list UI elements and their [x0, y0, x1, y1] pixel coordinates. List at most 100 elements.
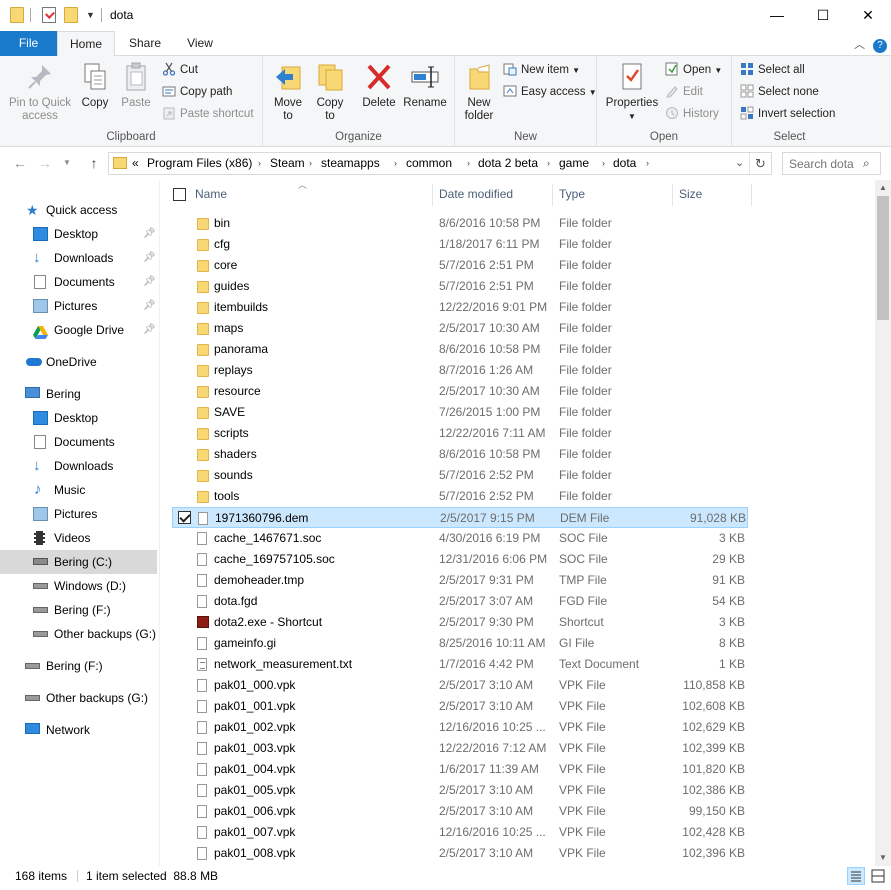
tab-file[interactable]: File — [0, 31, 57, 56]
tab-share[interactable]: Share — [121, 31, 169, 56]
breadcrumb-dota[interactable]: dota — [613, 153, 636, 174]
close-button[interactable]: ✕ — [845, 0, 891, 31]
copy-path-button[interactable]: Copy path — [162, 82, 232, 102]
column-header-size[interactable]: Size — [679, 180, 702, 208]
tab-view[interactable]: View — [176, 31, 224, 56]
search-box[interactable]: ⌕ — [782, 152, 881, 175]
pin-icon[interactable]: 📌︎ — [143, 270, 156, 294]
column-header-type[interactable]: Type — [559, 180, 585, 208]
forward-arrow-icon[interactable]: → — [35, 153, 55, 173]
scroll-down-arrow-icon[interactable]: ▼ — [875, 850, 891, 866]
row-checkbox[interactable] — [178, 511, 191, 524]
nav-pc-downloads[interactable]: ↓ Downloads — [0, 454, 157, 478]
nav-quick-access[interactable]: ★ Quick access — [0, 198, 157, 222]
search-input[interactable] — [789, 156, 859, 171]
cut-button[interactable]: Cut — [162, 60, 198, 80]
file-row[interactable]: itembuilds 12/22/2016 9:01 PM File folder — [172, 297, 748, 318]
column-header-name[interactable]: Name — [195, 180, 227, 208]
column-divider[interactable] — [432, 184, 433, 206]
file-row[interactable]: pak01_003.vpk 12/22/2016 7:12 AM VPK File 1… — [172, 738, 748, 759]
breadcrumb-game[interactable]: game — [559, 153, 589, 174]
file-row[interactable]: pak01_005.vpk 2/5/2017 3:10 AM VPK File 102… — [172, 780, 748, 801]
new-item-button[interactable]: New item ▼ — [503, 60, 580, 80]
file-row[interactable]: panorama 8/6/2016 10:58 PM File folder — [172, 339, 748, 360]
file-row[interactable]: pak01_001.vpk 2/5/2017 3:10 AM VPK File 102… — [172, 696, 748, 717]
minimize-button[interactable]: — — [754, 0, 800, 31]
pin-icon[interactable]: 📌︎ — [143, 294, 156, 318]
file-row[interactable]: cache_169757105.soc 12/31/2016 6:06 PM SOC… — [172, 549, 748, 570]
properties-quick-icon[interactable] — [42, 7, 56, 23]
pin-icon[interactable]: 📌︎ — [143, 222, 156, 246]
copy-button[interactable]: Copy — [78, 61, 112, 110]
nav-network[interactable]: Network — [0, 718, 157, 742]
file-row[interactable]: SAVE 7/26/2015 1:00 PM File folder — [172, 402, 748, 423]
nav-pc-drive-f[interactable]: Bering (F:) — [0, 598, 157, 622]
nav-pc-music[interactable]: ♪ Music — [0, 478, 157, 502]
file-row[interactable]: pak01_007.vpk 12/16/2016 10:25 ... VPK Fil… — [172, 822, 748, 843]
select-all-button[interactable]: Select all — [740, 60, 805, 80]
file-row[interactable]: pak01_000.vpk 2/5/2017 3:10 AM VPK File 110… — [172, 675, 748, 696]
vertical-scrollbar[interactable]: ▲ ▼ — [875, 180, 891, 866]
address-bar[interactable]: « Program Files (x86) › Steam › steamapp… — [108, 152, 772, 175]
file-row[interactable]: pak01_002.vpk 12/16/2016 10:25 ... VPK Fil… — [172, 717, 748, 738]
properties-button[interactable]: Properties ▼ — [601, 61, 663, 123]
nav-pc-documents[interactable]: Documents — [0, 430, 157, 454]
nav-quick-downloads[interactable]: ↓ Downloads 📌︎ — [0, 246, 157, 270]
column-divider[interactable] — [751, 184, 752, 206]
scroll-up-arrow-icon[interactable]: ▲ — [875, 180, 891, 196]
breadcrumb-overflow[interactable]: « — [132, 153, 139, 174]
breadcrumb-separator-icon[interactable]: › — [258, 153, 261, 174]
nav-pc-desktop[interactable]: Desktop — [0, 406, 157, 430]
file-row[interactable]: pak01_008.vpk 2/5/2017 3:10 AM VPK File 102… — [172, 843, 748, 864]
breadcrumb-separator-icon[interactable]: › — [467, 153, 470, 174]
nav-quick-google-drive[interactable]: Google Drive 📌︎ — [0, 318, 157, 342]
file-row[interactable]: resource 2/5/2017 10:30 AM File folder — [172, 381, 748, 402]
delete-button[interactable]: Delete — [359, 61, 399, 110]
edit-button[interactable]: Edit — [665, 82, 703, 102]
file-row[interactable]: network_measurement.txt 1/7/2016 4:42 PM T… — [172, 654, 748, 675]
select-none-button[interactable]: Select none — [740, 82, 819, 102]
nav-quick-documents[interactable]: Documents 📌︎ — [0, 270, 157, 294]
file-row[interactable]: pak01_006.vpk 2/5/2017 3:10 AM VPK File 99,… — [172, 801, 748, 822]
pin-icon[interactable]: 📌︎ — [143, 318, 156, 342]
back-arrow-icon[interactable]: ← — [10, 153, 30, 173]
breadcrumb-dota-2-beta[interactable]: dota 2 beta — [478, 153, 538, 174]
pin-to-quick-access-button[interactable]: Pin to Quick access — [4, 61, 76, 123]
file-row[interactable]: core 5/7/2016 2:51 PM File folder — [172, 255, 748, 276]
nav-quick-pictures[interactable]: Pictures 📌︎ — [0, 294, 157, 318]
file-row[interactable]: demoheader.tmp 2/5/2017 9:31 PM TMP File 91… — [172, 570, 748, 591]
nav-quick-desktop[interactable]: Desktop 📌︎ — [0, 222, 157, 246]
file-row[interactable]: dota2.exe - Shortcut 2/5/2017 9:30 PM Shor… — [172, 612, 748, 633]
large-icons-view-button[interactable] — [869, 867, 887, 885]
nav-pc-videos[interactable]: Videos — [0, 526, 157, 550]
easy-access-button[interactable]: Easy access ▼ — [503, 82, 597, 102]
copy-to-button[interactable]: Copy to — [311, 61, 349, 123]
file-row[interactable]: dota.fgd 2/5/2017 3:07 AM FGD File 54 KB — [172, 591, 748, 612]
column-header-date[interactable]: Date modified — [439, 180, 513, 208]
breadcrumb-separator-icon[interactable]: › — [602, 153, 605, 174]
nav-pc-pictures[interactable]: Pictures — [0, 502, 157, 526]
breadcrumb-common[interactable]: common — [406, 153, 452, 174]
recent-locations-chevron-icon[interactable]: ▼ — [57, 153, 77, 173]
breadcrumb-separator-icon[interactable]: › — [309, 153, 312, 174]
nav-onedrive[interactable]: OneDrive — [0, 350, 157, 374]
nav-pc-drive-g[interactable]: Other backups (G:) — [0, 622, 157, 646]
file-row[interactable]: maps 2/5/2017 10:30 AM File folder — [172, 318, 748, 339]
nav-pc-drive-d[interactable]: Windows (D:) — [0, 574, 157, 598]
details-view-button[interactable] — [847, 867, 865, 885]
refresh-icon[interactable]: ↻ — [755, 153, 766, 174]
file-row[interactable]: tools 5/7/2016 2:52 PM File folder — [172, 486, 748, 507]
file-row[interactable]: replays 8/7/2016 1:26 AM File folder — [172, 360, 748, 381]
file-row[interactable]: scripts 12/22/2016 7:11 AM File folder — [172, 423, 748, 444]
move-to-button[interactable]: Move to — [269, 61, 307, 123]
pin-icon[interactable]: 📌︎ — [143, 246, 156, 270]
file-row[interactable]: pak01_004.vpk 1/6/2017 11:39 AM VPK File 10… — [172, 759, 748, 780]
nav-drive-g[interactable]: Other backups (G:) — [0, 686, 157, 710]
file-row[interactable]: 1971360796.dem 2/5/2017 9:15 PM DEM File 91… — [172, 507, 748, 528]
address-history-chevron-icon[interactable]: ⌄ — [735, 153, 744, 174]
file-row[interactable]: cache_1467671.soc 4/30/2016 6:19 PM SOC Fi… — [172, 528, 748, 549]
file-row[interactable]: bin 8/6/2016 10:58 PM File folder — [172, 213, 748, 234]
new-folder-button[interactable]: New folder — [461, 61, 497, 123]
nav-this-pc[interactable]: Bering — [0, 382, 157, 406]
search-icon[interactable]: ⌕ — [863, 156, 870, 171]
